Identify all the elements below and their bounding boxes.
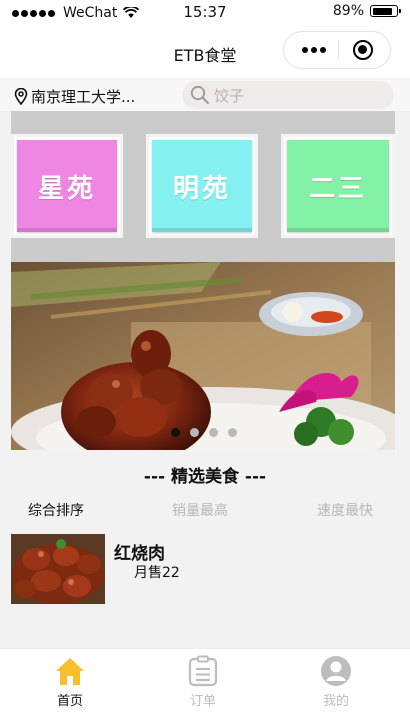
monthly-sales: 月售22 xyxy=(134,565,180,581)
canteen-card-xingyuan[interactable]: 星苑 xyxy=(11,134,123,238)
canteen-label: 星苑 xyxy=(17,140,117,232)
capsule-divider xyxy=(338,41,339,59)
tab-orders[interactable]: 订单 xyxy=(153,649,253,713)
carousel-dot[interactable] xyxy=(209,428,218,437)
home-icon xyxy=(56,658,84,685)
location-search-row: 南京理工大学... 饺子 xyxy=(0,79,410,111)
mini-program-capsule xyxy=(283,31,391,69)
tab-label: 我的 xyxy=(322,694,349,709)
carousel-dot[interactable] xyxy=(190,428,199,437)
campus-name: 南京理工大学... xyxy=(31,88,136,106)
carousel-indicators xyxy=(171,428,237,437)
more-icon[interactable] xyxy=(302,47,326,53)
tab-label: 首页 xyxy=(56,694,83,709)
canteen-label: 二三 xyxy=(287,140,389,232)
canteen-label: 明苑 xyxy=(152,140,252,232)
search-placeholder: 饺子 xyxy=(214,86,245,105)
banner-carousel[interactable] xyxy=(11,262,395,450)
tab-profile[interactable]: 我的 xyxy=(286,649,386,713)
battery-icon xyxy=(370,5,401,17)
status-bar: WeChat 15:37 89% xyxy=(0,0,410,24)
search-input[interactable]: 饺子 xyxy=(182,81,394,109)
search-icon xyxy=(190,85,209,104)
canteen-card-ersan[interactable]: 二三 xyxy=(281,134,395,238)
featured-section-title: --- 精选美食 --- xyxy=(143,467,267,487)
sort-comprehensive[interactable]: 综合排序 xyxy=(28,500,84,520)
food-name: 红烧肉 xyxy=(114,544,165,564)
tab-home[interactable]: 首页 xyxy=(20,649,120,713)
carousel-dot[interactable] xyxy=(228,428,237,437)
bottom-tab-bar: 首页 订单 我的 xyxy=(0,648,410,713)
close-mini-program-icon[interactable] xyxy=(353,40,373,60)
carousel-dot[interactable] xyxy=(171,428,180,437)
location-pin-icon xyxy=(14,88,28,105)
sort-sales-highest[interactable]: 销量最高 xyxy=(172,500,228,520)
food-list-item[interactable]: 红烧肉 月售22 xyxy=(11,534,395,606)
sort-speed-fastest[interactable]: 速度最快 xyxy=(317,500,373,520)
tab-label: 订单 xyxy=(189,694,216,709)
banner-food-image xyxy=(11,262,395,450)
food-thumbnail xyxy=(11,534,105,604)
order-list-icon xyxy=(188,655,218,687)
profile-icon xyxy=(321,656,351,686)
canteen-card-mingyuan[interactable]: 明苑 xyxy=(146,134,258,238)
nav-bar: ETB食堂 xyxy=(0,24,410,78)
location-selector[interactable]: 南京理工大学... xyxy=(14,86,135,107)
battery-percent: 89% xyxy=(332,3,364,19)
